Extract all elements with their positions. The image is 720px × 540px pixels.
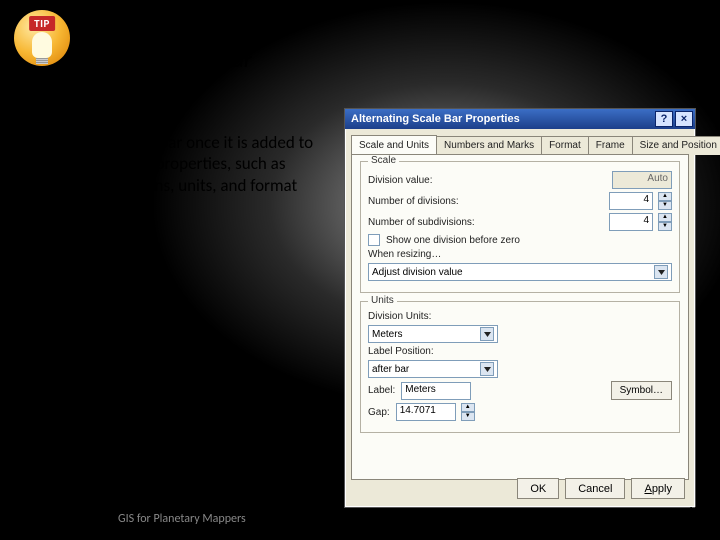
help-button[interactable]: ? xyxy=(655,111,673,127)
when-resizing-label: When resizing… xyxy=(368,249,441,260)
gap-spinner[interactable]: ▲▼ xyxy=(461,403,475,421)
label-position-label: Label Position: xyxy=(368,346,434,357)
properties-dialog: Alternating Scale Bar Properties ? × Sca… xyxy=(344,108,696,508)
label-field[interactable]: Meters xyxy=(401,382,471,400)
group-units: Units Division Units: Meters Label Posit… xyxy=(360,301,680,433)
num-subdivisions-spinner[interactable]: ▲▼ xyxy=(658,213,672,231)
body-text: Double click scale bar once it is added … xyxy=(34,132,314,196)
when-resizing-select[interactable]: Adjust division value xyxy=(368,263,672,281)
spinner-down-icon[interactable]: ▼ xyxy=(658,201,672,210)
num-divisions-spinner[interactable]: ▲▼ xyxy=(658,192,672,210)
num-divisions-field[interactable]: 4 xyxy=(609,192,653,210)
chevron-down-icon xyxy=(480,362,494,376)
chevron-down-icon xyxy=(480,327,494,341)
tab-format[interactable]: Format xyxy=(541,136,589,155)
chevron-down-icon xyxy=(654,265,668,279)
label-position-select[interactable]: after bar xyxy=(368,360,498,378)
spinner-up-icon[interactable]: ▲ xyxy=(658,213,672,222)
tab-numbers-marks[interactable]: Numbers and Marks xyxy=(436,136,542,155)
symbol-button[interactable]: Symbol… xyxy=(611,381,672,400)
group-units-title: Units xyxy=(368,295,397,306)
division-value-label: Division value: xyxy=(368,175,432,186)
tab-size-position[interactable]: Size and Position xyxy=(632,136,720,155)
num-subdivisions-field[interactable]: 4 xyxy=(609,213,653,231)
division-units-value: Meters xyxy=(372,329,403,340)
gap-label: Gap: xyxy=(368,407,390,418)
label-label: Label: xyxy=(368,385,395,396)
page-number: 17 xyxy=(687,504,702,522)
division-units-label: Division Units: xyxy=(368,311,431,322)
page-title: Creating Maps xyxy=(80,6,268,45)
tab-scale-units[interactable]: Scale and Units xyxy=(351,135,437,154)
division-units-select[interactable]: Meters xyxy=(368,325,498,343)
tip-badge: TIP xyxy=(29,16,55,31)
spinner-up-icon[interactable]: ▲ xyxy=(658,192,672,201)
dialog-title: Alternating Scale Bar Properties xyxy=(351,113,520,125)
tab-strip: Scale and Units Numbers and Marks Format… xyxy=(345,129,695,154)
apply-button[interactable]: Apply xyxy=(631,478,685,499)
cancel-button[interactable]: Cancel xyxy=(565,478,625,499)
spinner-up-icon[interactable]: ▲ xyxy=(461,403,475,412)
label-position-value: after bar xyxy=(372,364,409,375)
lightbulb-icon xyxy=(32,32,52,58)
tip-icon: TIP xyxy=(14,10,70,66)
tab-frame[interactable]: Frame xyxy=(588,136,633,155)
close-button[interactable]: × xyxy=(675,111,693,127)
page-subtitle: Tweaking Scale Bar xyxy=(80,46,252,73)
before-zero-checkbox[interactable] xyxy=(368,234,380,246)
dialog-titlebar[interactable]: Alternating Scale Bar Properties ? × xyxy=(345,109,695,129)
when-resizing-value: Adjust division value xyxy=(372,267,463,278)
group-scale: Scale Division value: Auto Number of div… xyxy=(360,161,680,293)
ok-button[interactable]: OK xyxy=(517,478,559,499)
footer-text: GIS for Planetary Mappers xyxy=(118,512,246,526)
division-value-field[interactable]: Auto xyxy=(612,171,672,189)
apply-rest: pply xyxy=(652,483,672,495)
apply-underline: A xyxy=(644,483,651,495)
spinner-down-icon[interactable]: ▼ xyxy=(461,412,475,421)
dialog-button-row: OK Cancel Apply xyxy=(517,478,685,499)
num-subdivisions-label: Number of subdivisions: xyxy=(368,217,475,228)
tab-panel: Scale Division value: Auto Number of div… xyxy=(351,154,689,480)
before-zero-label: Show one division before zero xyxy=(386,235,520,246)
num-divisions-label: Number of divisions: xyxy=(368,196,459,207)
group-scale-title: Scale xyxy=(368,155,399,166)
slide: TIP Creating Maps Tweaking Scale Bar Dou… xyxy=(0,0,720,540)
gap-field[interactable]: 14.7071 xyxy=(396,403,456,421)
spinner-down-icon[interactable]: ▼ xyxy=(658,222,672,231)
